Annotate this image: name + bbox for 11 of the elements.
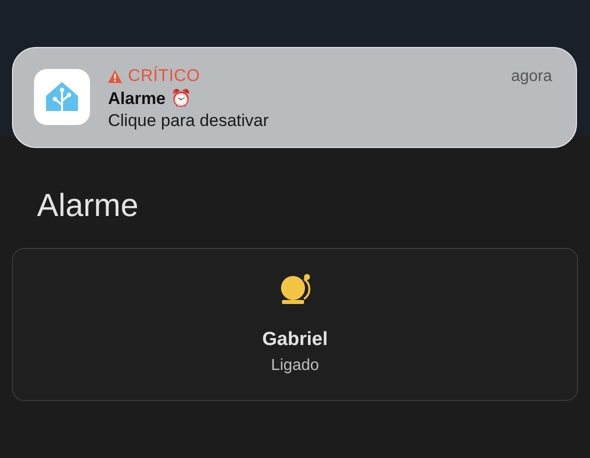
notification-body: Clique para desativar	[108, 111, 270, 131]
warning-icon	[108, 70, 122, 82]
notification-time: agora	[511, 68, 552, 86]
severity-label: CRÍTICO	[128, 66, 200, 86]
entity-name: Gabriel	[262, 329, 328, 351]
entity-state: Ligado	[270, 357, 320, 375]
notification-title: Alarme ⏰	[108, 88, 192, 109]
app-icon	[34, 69, 90, 125]
page-title: Alarme	[37, 186, 140, 224]
entity-card[interactable]: Gabriel Ligado	[12, 248, 578, 401]
notification-banner[interactable]: CRÍTICO Alarme ⏰ Clique para desativar agora	[12, 47, 577, 148]
